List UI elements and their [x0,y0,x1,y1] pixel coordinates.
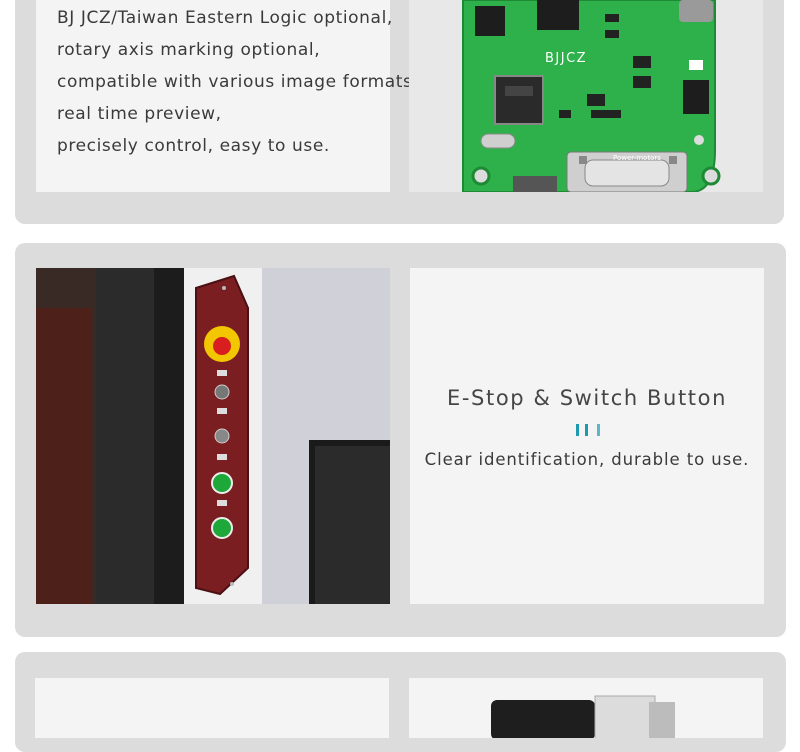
board-connector-label: Power-motors [613,154,661,162]
feature-line: compatible with various image formats, [57,72,419,92]
feature-title: E-Stop & Switch Button [447,386,727,410]
feature-line: real time preview, [57,104,222,124]
feature-line: rotary axis marking optional, [57,40,321,60]
board-brand-label: BJJCZ [545,51,587,66]
estop-text-panel: E-Stop & Switch Button Clear identificat… [410,268,764,604]
next-photo [409,678,763,738]
next-text-panel [35,678,389,738]
next-photo-illustration [409,678,763,738]
title-divider [576,424,601,436]
estop-illustration [36,268,390,604]
feature-line: BJ JCZ/Taiwan Eastern Logic optional, [57,8,393,28]
feature-description: Clear identification, durable to use. [424,450,750,469]
control-board-illustration: BJJCZ Power-motors [409,0,763,192]
feature-line: precisely control, easy to use. [57,136,330,156]
control-board-photo: BJJCZ Power-motors [409,0,763,192]
board-features-panel: BJ JCZ/Taiwan Eastern Logic optional, ro… [36,0,418,192]
estop-photo [36,268,390,604]
